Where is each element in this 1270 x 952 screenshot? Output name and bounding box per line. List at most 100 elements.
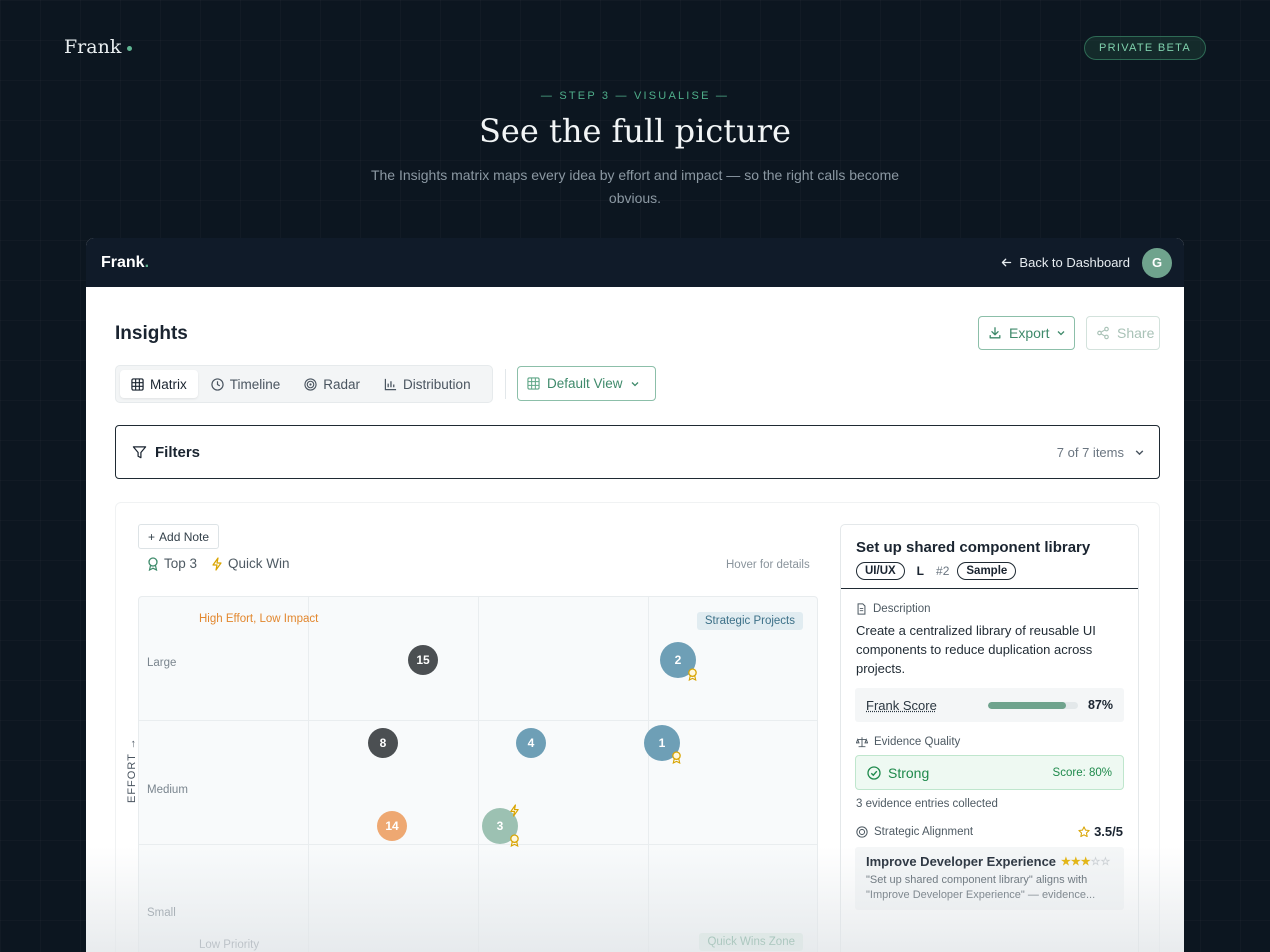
tab-radar-label: Radar — [323, 376, 361, 392]
legend-quick-win: Quick Win — [211, 556, 290, 571]
tab-timeline[interactable]: Timeline — [200, 370, 292, 398]
category-tag: UI/UX — [856, 562, 905, 580]
scale-icon — [856, 736, 868, 748]
add-note-label: Add Note — [159, 529, 210, 544]
frank-score-label[interactable]: Frank Score — [866, 698, 978, 713]
insights-page: Insights Export Share Matrix Timeline Ra… — [86, 287, 1184, 952]
detail-header: Set up shared component library UI/UX L … — [841, 525, 1138, 589]
chevron-down-icon — [1134, 447, 1145, 458]
hero-section: — STEP 3 — VISUALISE — See the full pict… — [0, 90, 1270, 210]
frank-score-row: Frank Score 87% — [855, 688, 1124, 722]
export-button[interactable]: Export — [978, 316, 1075, 350]
add-note-button[interactable]: + Add Note — [138, 524, 220, 549]
grid-line — [139, 844, 817, 845]
grid-line — [308, 597, 309, 952]
rank-tag: #2 — [936, 564, 950, 578]
filters-panel-toggle[interactable]: Filters 7 of 7 items — [115, 425, 1160, 479]
arrow-left-icon — [1000, 256, 1013, 269]
star-icon — [1078, 825, 1090, 838]
award-icon — [509, 834, 520, 847]
detail-title: Set up shared component library — [856, 539, 1091, 556]
legend-top3: Top 3 — [147, 556, 197, 571]
check-circle-icon — [867, 765, 881, 780]
chevron-down-icon — [630, 379, 640, 389]
grid-line — [478, 597, 479, 952]
description-label: Description — [873, 603, 931, 615]
app-logo-text: Frank — [101, 253, 145, 271]
user-avatar[interactable]: G — [1142, 247, 1172, 278]
share-icon — [1096, 326, 1110, 340]
matrix-card: + Add Note Top 3 Quick Win Hover for det… — [115, 502, 1160, 952]
tab-radar[interactable]: Radar — [293, 370, 371, 398]
evidence-count: 3 evidence entries collected — [856, 798, 998, 810]
app-logo[interactable]: Frank. — [101, 254, 149, 272]
description-section-label: Description — [856, 603, 1123, 615]
y-axis-title: EFFORT → — [126, 737, 138, 803]
evidence-quality-box: Strong Score: 80% — [855, 755, 1124, 790]
radar-icon — [304, 377, 317, 391]
frank-score-bar — [987, 701, 1078, 709]
grid-line — [139, 720, 817, 721]
alignment-score: 3.5/5 — [1078, 824, 1123, 839]
hero-title: See the full picture — [479, 112, 791, 150]
filters-label: Filters — [155, 443, 201, 461]
matrix-item-8[interactable]: 8 — [368, 728, 398, 758]
goal-title-row: Improve Developer Experience ★★★☆☆ — [866, 854, 1113, 869]
target-icon — [856, 825, 868, 838]
toolbar-divider — [505, 369, 506, 399]
evidence-section-label: Evidence Quality — [856, 736, 1123, 748]
step-eyebrow: — STEP 3 — VISUALISE — — [540, 90, 730, 102]
legend-quick-win-label: Quick Win — [228, 556, 290, 571]
grid-icon — [527, 377, 540, 390]
share-label: Share — [1117, 325, 1155, 341]
back-to-dashboard-link[interactable]: Back to Dashboard — [1000, 255, 1130, 270]
frank-score-fill — [987, 701, 1067, 709]
frank-score-value: 87% — [1087, 698, 1113, 712]
goal-rating-stars: ★★★☆☆ — [1061, 856, 1111, 868]
chevron-down-icon — [1056, 328, 1066, 338]
app-window: Frank. Back to Dashboard G Insights Expo… — [86, 238, 1184, 952]
evidence-rating: Strong — [888, 764, 930, 781]
evidence-label: Evidence Quality — [874, 736, 961, 748]
matrix-item-4[interactable]: 4 — [516, 728, 546, 758]
matrix-legend: Top 3 Quick Win — [147, 556, 290, 571]
alignment-row: Strategic Alignment 3.5/5 — [856, 824, 1123, 839]
tab-matrix[interactable]: Matrix — [120, 370, 198, 398]
quadrant-low-priority: Low Priority — [199, 939, 260, 951]
goal-title: Improve Developer Experience — [866, 854, 1057, 869]
filters-count: 7 of 7 items — [1056, 444, 1124, 460]
matrix-item-15[interactable]: 15 — [408, 645, 438, 675]
tab-distribution[interactable]: Distribution — [373, 370, 482, 398]
alignment-label: Strategic Alignment — [874, 825, 974, 838]
app-logo-dot: . — [144, 253, 150, 271]
alignment-section-label: Strategic Alignment — [856, 826, 973, 838]
app-top-bar: Frank. Back to Dashboard G — [86, 238, 1184, 287]
alignment-score-value: 3.5/5 — [1094, 824, 1123, 839]
plus-icon: + — [148, 529, 156, 544]
matrix-item-14[interactable]: 14 — [377, 811, 407, 841]
award-icon — [687, 668, 698, 681]
y-label-small: Small — [147, 907, 176, 919]
hover-hint: Hover for details — [726, 559, 810, 571]
lightning-icon — [211, 556, 223, 571]
clock-icon — [211, 377, 224, 391]
quadrant-strategic-projects: Strategic Projects — [696, 612, 803, 630]
award-icon — [147, 556, 159, 571]
view-selector-dropdown[interactable]: Default View — [517, 366, 656, 401]
lightning-icon — [509, 804, 520, 817]
tab-matrix-label: Matrix — [150, 376, 187, 392]
description-text: Create a centralized library of reusable… — [856, 623, 1096, 676]
item-detail-panel: Set up shared component library UI/UX L … — [840, 524, 1139, 952]
tab-distribution-label: Distribution — [403, 376, 471, 392]
page-title: Insights — [115, 323, 188, 344]
y-label-medium: Medium — [147, 784, 188, 796]
private-beta-badge: PRIVATE BETA — [1084, 36, 1206, 60]
site-brand: Frank — [64, 36, 133, 58]
grid-line — [648, 597, 649, 952]
award-icon — [671, 751, 682, 764]
export-label: Export — [1009, 325, 1050, 341]
share-button[interactable]: Share — [1086, 316, 1160, 350]
document-icon — [856, 603, 867, 615]
sample-tag: Sample — [957, 562, 1017, 580]
brand-dot-icon — [127, 45, 133, 51]
